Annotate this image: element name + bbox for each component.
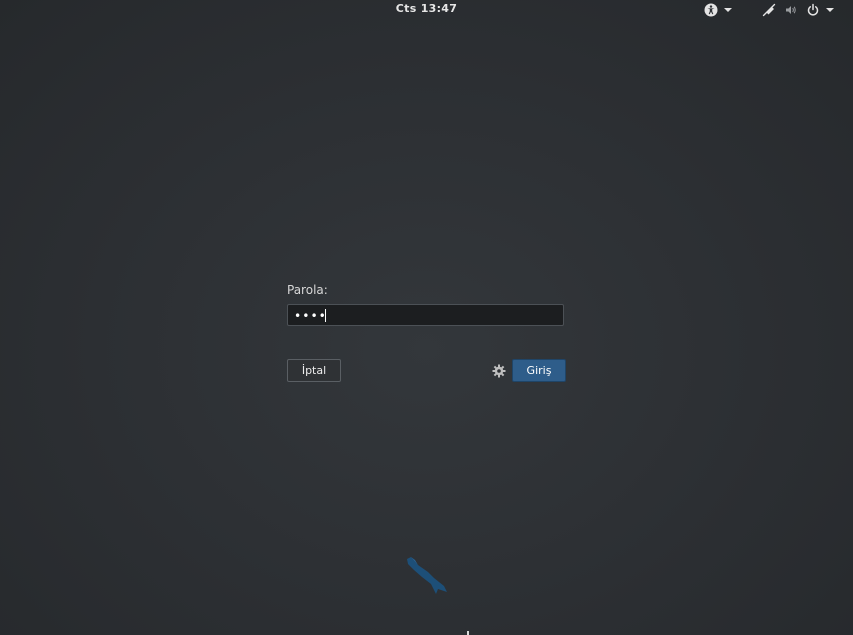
network-icon [762,3,776,17]
password-prompt: Parola: [287,283,567,326]
password-label: Parola: [287,283,328,297]
system-menu[interactable] [762,2,834,18]
accessibility-icon [704,3,718,17]
chevron-down-icon [724,8,732,12]
accessibility-menu[interactable] [704,2,732,18]
cancel-button[interactable]: İptal [287,359,341,382]
password-field-container [287,304,564,326]
login-screen: Cts 13:47 Parola: •••• İptal Giriş [0,0,853,635]
prompt-buttons: İptal Giriş [287,359,567,383]
password-field[interactable] [288,306,563,326]
text-caret [325,309,326,322]
login-button[interactable]: Giriş [512,359,566,382]
chevron-down-icon [826,8,834,12]
mouse-cursor [467,631,469,635]
power-icon [806,3,820,17]
clock[interactable]: Cts 13:47 [396,2,457,15]
gear-icon[interactable] [492,363,506,378]
volume-icon [784,3,798,17]
distro-logo [404,556,448,596]
top-bar: Cts 13:47 [0,0,853,21]
